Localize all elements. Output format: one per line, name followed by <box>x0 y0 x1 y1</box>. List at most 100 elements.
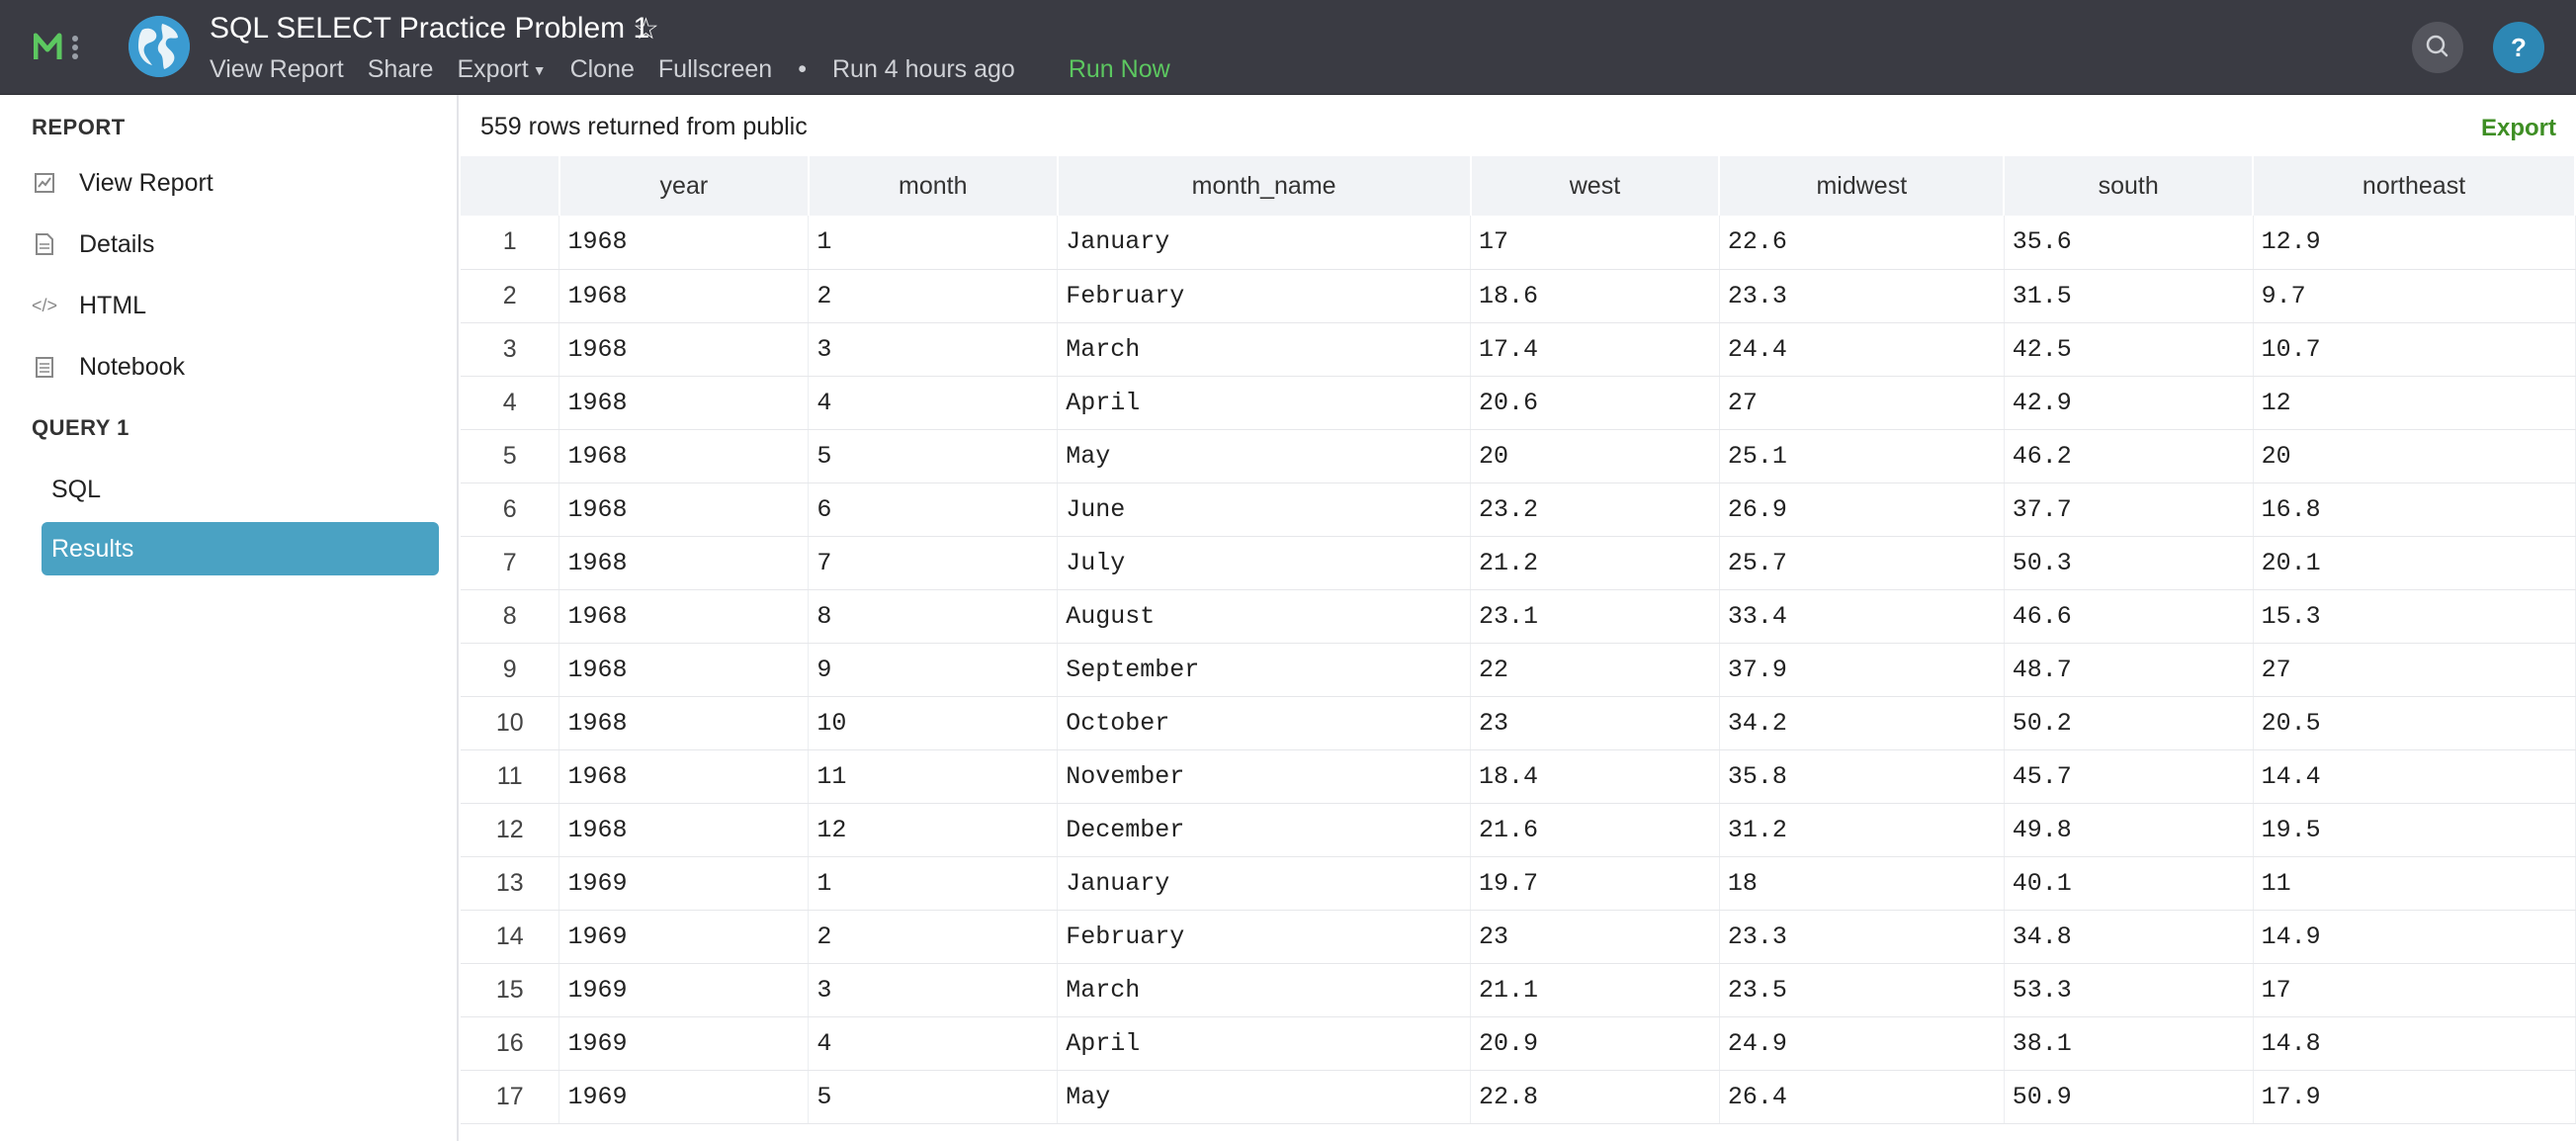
view-report-link[interactable]: View Report <box>210 55 344 84</box>
sidebar-item-results[interactable]: Results <box>42 522 439 575</box>
table-cell: 18 <box>1719 856 2005 911</box>
table-cell: 14.4 <box>2253 749 2576 804</box>
report-title: SQL SELECT Practice Problem 1 <box>210 12 650 44</box>
column-header[interactable]: month <box>808 156 1059 216</box>
table-cell: 1968 <box>558 749 810 804</box>
table-cell: 16.8 <box>2253 483 2576 537</box>
clone-link[interactable]: Clone <box>570 55 635 84</box>
table-cell: 46.6 <box>2004 589 2254 644</box>
export-menu-label: Export <box>457 54 529 83</box>
column-header[interactable]: northeast <box>2253 156 2576 216</box>
table-cell: 40.1 <box>2004 856 2254 911</box>
table-cell: 17.4 <box>1470 322 1720 377</box>
row-index-cell: 11 <box>461 749 560 804</box>
table-cell: 23.3 <box>1719 269 2005 323</box>
table-row: 6 1968 6 June 23.2 26.9 37.7 16.8 <box>461 483 2576 537</box>
chart-icon <box>30 168 59 198</box>
sidebar-item-notebook[interactable]: Notebook <box>30 340 445 394</box>
table-cell: 21.2 <box>1470 536 1720 590</box>
table-cell: 46.2 <box>2004 429 2254 483</box>
table-cell: March <box>1057 963 1471 1017</box>
table-cell: 24.4 <box>1719 322 2005 377</box>
table-header-row: year month month_name west midwest south… <box>461 156 2576 216</box>
export-results-button[interactable]: Export <box>2481 115 2556 142</box>
table-cell: 23 <box>1470 910 1720 964</box>
table-cell: 21.1 <box>1470 963 1720 1017</box>
mode-logo-icon[interactable] <box>34 30 91 63</box>
table-cell: 1 <box>808 856 1059 911</box>
row-index-cell: 12 <box>461 803 560 857</box>
table-cell: July <box>1057 536 1471 590</box>
table-cell: 20.1 <box>2253 536 2576 590</box>
report-nav: View Report Share Export ▼ Clone Fullscre… <box>210 51 1170 87</box>
globe-icon[interactable] <box>129 16 190 77</box>
table-cell: 1968 <box>558 269 810 323</box>
run-now-button[interactable]: Run Now <box>1069 55 1170 84</box>
table-cell: 11 <box>808 749 1059 804</box>
help-button[interactable]: ? <box>2493 22 2544 73</box>
table-cell: 25.7 <box>1719 536 2005 590</box>
table-cell: 12.9 <box>2253 216 2576 270</box>
search-button[interactable] <box>2412 22 2463 73</box>
table-cell: 4 <box>808 1016 1059 1071</box>
table-row: 13 1969 1 January 19.7 18 40.1 11 <box>461 856 2576 911</box>
table-cell: April <box>1057 376 1471 430</box>
column-header[interactable]: month_name <box>1057 156 1472 216</box>
table-cell: 1968 <box>558 643 810 697</box>
table-cell: June <box>1057 483 1471 537</box>
table-cell: 24.9 <box>1719 1016 2005 1071</box>
table-cell: 1969 <box>558 963 810 1017</box>
table-cell: 45.7 <box>2004 749 2254 804</box>
sidebar-item-details[interactable]: Details <box>30 218 445 271</box>
export-menu[interactable]: Export ▼ <box>457 55 546 84</box>
table-cell: 26.4 <box>1719 1070 2005 1124</box>
run-status: Run 4 hours ago <box>831 54 1015 83</box>
row-index-cell: 13 <box>461 856 560 911</box>
column-header[interactable]: west <box>1470 156 1721 216</box>
sidebar: REPORT View Report Details </> HTML Note… <box>0 95 459 1141</box>
table-cell: 20.9 <box>1470 1016 1720 1071</box>
row-index-cell: 9 <box>461 643 560 697</box>
query-section-title: QUERY 1 <box>32 415 129 440</box>
table-cell: 2 <box>808 269 1059 323</box>
table-row: 3 1968 3 March 17.4 24.4 42.5 10.7 <box>461 322 2576 377</box>
table-cell: 31.5 <box>2004 269 2254 323</box>
table-cell: 18.6 <box>1470 269 1720 323</box>
report-section-title: REPORT <box>32 115 126 139</box>
table-cell: 4 <box>808 376 1059 430</box>
table-cell: 18.4 <box>1470 749 1720 804</box>
results-table: year month month_name west midwest south… <box>461 156 2576 1124</box>
table-cell: 1 <box>808 216 1059 270</box>
table-cell: 17 <box>1470 216 1720 270</box>
row-index-cell: 5 <box>461 429 560 483</box>
sidebar-item-sql[interactable]: SQL <box>42 463 437 516</box>
table-cell: 49.8 <box>2004 803 2254 857</box>
table-cell: 48.7 <box>2004 643 2254 697</box>
column-header[interactable]: midwest <box>1719 156 2006 216</box>
nav-bullet: • <box>798 54 807 83</box>
table-cell: 12 <box>2253 376 2576 430</box>
favorite-star-icon[interactable]: ☆ <box>633 12 659 46</box>
table-cell: 1968 <box>558 589 810 644</box>
sidebar-item-html[interactable]: </> HTML <box>30 279 445 332</box>
table-cell: 33.4 <box>1719 589 2005 644</box>
fullscreen-link[interactable]: Fullscreen <box>658 55 772 84</box>
results-table-body: 1 1968 1 January 17 22.6 35.6 12.9 2 1968 2 Februar… <box>461 216 2576 1124</box>
row-index-cell: 4 <box>461 376 560 430</box>
table-cell: 22 <box>1470 643 1720 697</box>
table-cell: 9 <box>808 643 1059 697</box>
row-index-cell: 3 <box>461 322 560 377</box>
table-cell: 2 <box>808 910 1059 964</box>
column-header[interactable]: south <box>2004 156 2255 216</box>
row-index-cell: 17 <box>461 1070 560 1124</box>
share-link[interactable]: Share <box>368 55 434 84</box>
table-cell: 34.2 <box>1719 696 2005 750</box>
row-index-cell: 8 <box>461 589 560 644</box>
table-cell: 12 <box>808 803 1059 857</box>
table-cell: November <box>1057 749 1471 804</box>
column-header[interactable]: year <box>558 156 810 216</box>
sidebar-item-label: Details <box>79 229 155 258</box>
sidebar-item-view-report[interactable]: View Report <box>30 156 445 210</box>
table-cell: 17 <box>2253 963 2576 1017</box>
table-cell: February <box>1057 269 1471 323</box>
